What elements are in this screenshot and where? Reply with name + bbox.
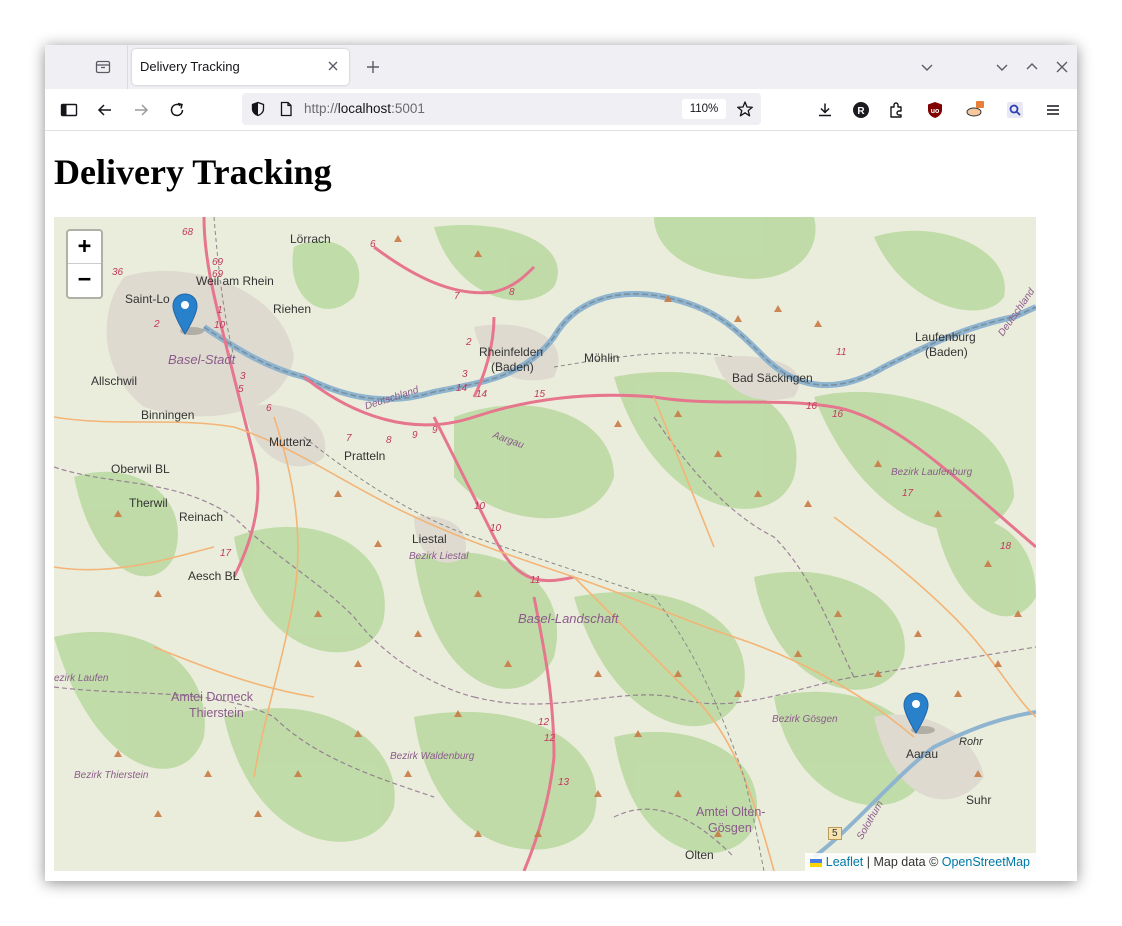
tab-delivery-tracking[interactable]: Delivery Tracking — [132, 49, 349, 85]
label-mohlin: Möhlin — [584, 351, 620, 365]
browser-window: Delivery Tracking http://localhost:5001 … — [45, 45, 1077, 881]
label-thierstein: Thierstein — [189, 706, 244, 720]
url-text[interactable]: http://localhost:5001 — [304, 101, 425, 116]
label-weil: Weil am Rhein — [196, 274, 274, 288]
openstreetmap-link[interactable]: OpenStreetMap — [942, 855, 1030, 869]
ublock-origin-icon[interactable]: uo — [926, 101, 944, 119]
shield-icon[interactable] — [250, 101, 266, 117]
forward-icon[interactable] — [132, 101, 150, 119]
tab-sidebar-area — [45, 45, 128, 89]
sidebar-toggle-icon[interactable] — [60, 101, 78, 119]
r-extension-icon[interactable]: R — [852, 101, 870, 119]
label-aarau: Aarau — [906, 747, 939, 761]
leaflet-link[interactable]: Leaflet — [826, 855, 864, 869]
label-laufenburg-baden: (Baden) — [925, 345, 968, 359]
url-port: :5001 — [391, 101, 425, 116]
navigation-toolbar: http://localhost:5001 110% R uo — [45, 89, 1077, 131]
label-bezirk-liestal: Bezirk Liestal — [409, 551, 469, 562]
label-muttenz: Muttenz — [269, 435, 312, 449]
zoom-in-button[interactable]: + — [68, 231, 101, 264]
label-bezirk-waldenburg: Bezirk Waldenburg — [390, 751, 475, 762]
label-bezirk-laufenburg: Bezirk Laufenburg — [891, 467, 973, 478]
page-content: Delivery Tracking Lörrach Weil am Rhein … — [45, 131, 1077, 881]
list-all-tabs-icon[interactable] — [919, 59, 935, 75]
menu-icon[interactable] — [1044, 101, 1062, 119]
label-pratteln: Pratteln — [344, 449, 386, 463]
label-rheinfelden-baden: (Baden) — [491, 360, 534, 374]
label-amtei-dorneck: Amtei Dorneck — [171, 690, 253, 704]
label-aesch: Aesch BL — [188, 569, 240, 583]
back-icon[interactable] — [96, 101, 114, 119]
map[interactable]: Lörrach Weil am Rhein Saint-Lo Riehen Ba… — [54, 217, 1036, 871]
label-rheinfelden: Rheinfelden — [479, 345, 544, 359]
label-bad-sackingen: Bad Säckingen — [732, 371, 813, 385]
url-scheme: http:// — [304, 101, 338, 116]
label-aargau: Aargau — [491, 429, 526, 452]
label-bezirk-thierstein: Bezirk Thierstein — [74, 770, 149, 781]
page-title: Delivery Tracking — [54, 152, 332, 192]
close-window-icon[interactable] — [1054, 59, 1070, 75]
label-reinach: Reinach — [179, 510, 224, 524]
zoom-out-button[interactable]: − — [68, 264, 101, 296]
new-tab-icon[interactable] — [365, 59, 381, 75]
extensions-icon[interactable] — [888, 101, 906, 119]
minimize-icon[interactable] — [994, 59, 1010, 75]
label-allschwil: Allschwil — [91, 374, 138, 388]
label-lorrach: Lörrach — [290, 232, 331, 246]
label-gosgen: Gösgen — [708, 821, 752, 835]
attribution-separator: | Map data © — [863, 855, 942, 869]
firefox-view-icon[interactable] — [95, 59, 111, 75]
label-solothurn: Solothurn — [854, 799, 886, 842]
close-tab-icon[interactable] — [325, 58, 341, 74]
label-therwil: Therwil — [129, 496, 168, 510]
address-bar[interactable]: http://localhost:5001 110% — [242, 93, 761, 125]
svg-text:R: R — [857, 106, 865, 117]
label-deutschland-2: Deutschland — [996, 286, 1036, 339]
map-attribution: Leaflet | Map data © OpenStreetMap — [804, 853, 1036, 871]
page-info-icon[interactable] — [278, 101, 294, 117]
ukraine-flag-icon — [809, 859, 822, 867]
marker-aarau[interactable] — [903, 692, 943, 736]
downloads-icon[interactable] — [816, 101, 834, 119]
label-laufenburg: Laufenburg — [915, 330, 976, 344]
label-riehen: Riehen — [273, 302, 312, 316]
search-extension-icon[interactable] — [1006, 101, 1024, 119]
tab-title: Delivery Tracking — [140, 59, 240, 74]
bookmark-star-icon[interactable] — [736, 100, 754, 118]
label-saint-louis: Saint-Lo — [125, 292, 170, 306]
zoom-control: + − — [66, 229, 103, 299]
label-basel-stadt: Basel-Stadt — [168, 352, 236, 367]
tab-bar: Delivery Tracking — [45, 45, 1077, 89]
label-liestal: Liestal — [412, 532, 447, 546]
label-oberwil: Oberwil BL — [111, 462, 170, 476]
label-bezirk-laufen: ezirk Laufen — [54, 673, 109, 684]
zoom-level-button[interactable]: 110% — [682, 99, 726, 119]
url-host: localhost — [337, 101, 392, 116]
marker-basel[interactable] — [172, 293, 212, 337]
label-rohr: Rohr — [959, 736, 983, 748]
label-basel-landschaft: Basel-Landschaft — [518, 611, 619, 626]
label-deutschland-1: Deutschland — [363, 384, 420, 413]
svg-text:uo: uo — [931, 108, 940, 115]
label-amtei-olten: Amtei Olten- — [696, 805, 766, 819]
maximize-icon[interactable] — [1024, 59, 1040, 75]
label-suhr: Suhr — [966, 793, 992, 807]
extension-badge-icon[interactable] — [966, 101, 984, 119]
reload-icon[interactable] — [168, 101, 186, 119]
label-binningen: Binningen — [141, 408, 195, 422]
label-olten: Olten — [685, 848, 714, 862]
label-bezirk-gosgen: Bezirk Gösgen — [772, 714, 838, 725]
